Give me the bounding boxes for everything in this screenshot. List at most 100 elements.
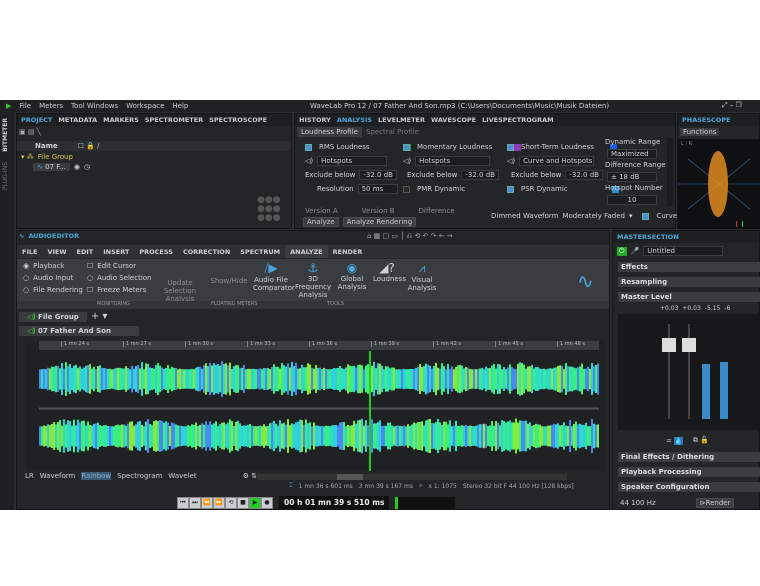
rms-checkbox[interactable] xyxy=(305,143,312,151)
freeze-meters-checkbox[interactable]: Freeze Meters xyxy=(97,286,146,294)
resolution-select[interactable]: 50 ms xyxy=(357,184,398,194)
visual-analysis-button[interactable]: ⩘ Visual Analysis xyxy=(407,261,437,299)
momentary-checkbox[interactable] xyxy=(403,143,410,151)
editor-toolbar[interactable]: ⌂ ▦ ▢ ▭ │ ⎌ ⟲ ↶ ↷ ← → xyxy=(367,232,453,241)
file-rendering-radio[interactable]: File Rendering xyxy=(33,286,83,294)
master-level-section[interactable]: Master Level xyxy=(618,292,760,302)
go-start-button[interactable]: ⏮ xyxy=(177,496,189,509)
render-button[interactable]: ⊳ Render xyxy=(695,498,735,508)
forward-button[interactable]: ⏩ xyxy=(213,496,225,509)
settings-icon[interactable]: ⚙ ⇅ xyxy=(243,472,257,480)
time-ruler[interactable]: 1 mn 24 s 1 mn 27 s 1 mn 30 s 1 mn 33 s 1 mn… xyxy=(39,341,599,350)
tab-spectral-profile[interactable]: Spectral Profile xyxy=(362,127,423,137)
menu-tool-windows[interactable]: Tool Windows xyxy=(71,102,118,110)
record-button[interactable]: ● xyxy=(261,496,273,509)
update-selection-button[interactable]: Update Selection Analysis xyxy=(155,279,205,303)
functions-button[interactable]: Functions xyxy=(680,128,720,136)
mic-icon[interactable]: 🎤 xyxy=(631,247,640,255)
global-analysis-button[interactable]: ◉ Global Analysis xyxy=(337,261,367,299)
pmr-checkbox[interactable] xyxy=(403,185,410,193)
psr-checkbox[interactable] xyxy=(507,185,514,193)
ribbon-tab-insert[interactable]: INSERT xyxy=(98,245,134,258)
tab-markers[interactable]: MARKERS xyxy=(103,116,139,124)
analyze-rendering-button[interactable]: Analyze Rendering xyxy=(342,217,417,227)
tab-project[interactable]: PROJECT xyxy=(21,116,52,124)
ribbon-tab-correction[interactable]: CORRECTION xyxy=(178,245,235,258)
dynamic-range-select[interactable]: Maximized xyxy=(607,149,657,159)
horizontal-scrollbar[interactable] xyxy=(257,474,567,480)
final-effects-section[interactable]: Final Effects / Dithering xyxy=(618,452,760,462)
tab-metadata[interactable]: METADATA xyxy=(58,116,97,124)
view-lr[interactable]: LR xyxy=(25,472,34,480)
resampling-section[interactable]: Resampling xyxy=(618,277,760,287)
grip-icon[interactable]: ●●● ●●● ●●● xyxy=(257,196,281,223)
cursor-position[interactable]: 1 mn 36 s 601 ms xyxy=(299,483,353,490)
time-display[interactable]: 00 h 01 mn 39 s 510 ms xyxy=(279,496,390,509)
view-rainbow[interactable]: Rainbow xyxy=(81,472,112,480)
view-waveform[interactable]: Waveform xyxy=(40,472,76,480)
ribbon-tab-edit[interactable]: EDIT xyxy=(72,245,99,258)
momentary-mode-select[interactable]: Hotspots xyxy=(415,156,491,166)
file-group-item[interactable]: ▾ ⁂ File Group xyxy=(21,153,73,161)
audio-selection-radio[interactable]: Audio Selection xyxy=(97,274,151,282)
analyze-button[interactable]: Analyze xyxy=(303,217,339,227)
speaker-configuration-section[interactable]: Speaker Configuration xyxy=(618,482,760,492)
ribbon-tab-spectrum[interactable]: SPECTRUM xyxy=(235,245,285,258)
file-item[interactable]: ∿ 07 F... ◉ ◷ xyxy=(33,163,90,171)
audio-input-radio[interactable]: Audio Input xyxy=(33,274,73,282)
hotspot-number-field[interactable]: 10 xyxy=(607,195,657,205)
ribbon-tab-file[interactable]: FILE xyxy=(17,245,42,258)
playback-radio[interactable]: Playback xyxy=(33,262,64,270)
loudness-button[interactable]: ◢? Loudness xyxy=(373,261,406,299)
column-name[interactable]: Name xyxy=(35,142,58,150)
tab-wavescope[interactable]: WAVESCOPE xyxy=(431,116,476,124)
3d-frequency-analysis-button[interactable]: ⚓ 3D Frequency Analysis xyxy=(295,261,331,299)
zoom-level[interactable]: x 1: 1075 xyxy=(428,483,456,490)
tab-spectroscope[interactable]: SPECTROSCOPE xyxy=(209,116,267,124)
ribbon-tab-process[interactable]: PROCESS xyxy=(134,245,178,258)
tab-file-group[interactable]: ◁) File Group xyxy=(19,311,87,322)
short-term-exclude-field[interactable]: -32.0 dB xyxy=(565,170,603,180)
meter-controls[interactable]: = 💧 ⧉ 🔓 xyxy=(666,436,709,445)
menu-file[interactable]: File xyxy=(19,102,31,110)
fader-right[interactable] xyxy=(682,338,696,352)
play-button[interactable]: ▶ xyxy=(249,496,261,509)
eye-icon[interactable]: ◉ xyxy=(74,163,80,171)
tab-phasescope[interactable]: PHASESCOPE xyxy=(682,116,731,124)
audio-file-comparator-button[interactable]: ⧸▶ Audio File Comparator xyxy=(253,261,295,299)
difference-range-select[interactable]: ± 18 dB xyxy=(607,172,657,182)
edit-cursor-checkbox[interactable]: Edit Cursor xyxy=(97,262,136,270)
rewind-button[interactable]: ⏪ xyxy=(201,496,213,509)
rms-mode-select[interactable]: Hotspots xyxy=(317,156,388,166)
ribbon-tab-render[interactable]: RENDER xyxy=(328,245,368,258)
window-controls[interactable]: ⤢ – ❐ xyxy=(722,101,742,110)
tab-spectrometer[interactable]: SPECTROMETER xyxy=(145,116,203,124)
tab-livespectrogram[interactable]: LIVESPECTROGRAM xyxy=(482,116,554,124)
go-end-button[interactable]: ⏭ xyxy=(189,496,201,509)
tab-levelmeter[interactable]: LEVELMETER xyxy=(378,116,425,124)
menu-meters[interactable]: Meters xyxy=(39,102,63,110)
rms-exclude-field[interactable]: -32.0 dB xyxy=(359,170,397,180)
tab-loudness-profile[interactable]: Loudness Profile xyxy=(297,127,362,137)
preset-field[interactable]: Untitled xyxy=(643,246,724,256)
view-wavelet[interactable]: Wavelet xyxy=(168,472,196,480)
clip-tab[interactable]: ◁) 07 Father And Son xyxy=(19,326,139,336)
add-tab-button[interactable]: + ▾ xyxy=(91,311,108,322)
ribbon-tab-analyze[interactable]: ANALYZE xyxy=(285,245,328,258)
menu-workspace[interactable]: Workspace xyxy=(126,102,164,110)
version-b[interactable]: Version B xyxy=(362,207,395,215)
power-icon[interactable]: ⏻ xyxy=(617,246,627,256)
project-toolbar[interactable]: ▣ ▤ ╲ xyxy=(19,128,41,136)
tab-analysis[interactable]: ANALYSIS xyxy=(337,116,372,124)
plugins-tab[interactable]: PLUG-INS xyxy=(2,162,9,190)
short-term-checkbox[interactable] xyxy=(507,143,514,151)
difference[interactable]: Difference xyxy=(419,207,455,215)
view-spectrogram[interactable]: Spectrogram xyxy=(117,472,162,480)
short-term-mode-select[interactable]: Curve and Hotspots xyxy=(519,156,595,166)
fader-left[interactable] xyxy=(662,338,676,352)
playback-cursor[interactable] xyxy=(369,351,371,471)
stop-button[interactable]: ■ xyxy=(237,496,249,509)
loop-button[interactable]: ⟲ xyxy=(225,496,237,509)
scrollbar[interactable] xyxy=(667,138,673,206)
playback-processing-section[interactable]: Playback Processing xyxy=(618,467,760,477)
